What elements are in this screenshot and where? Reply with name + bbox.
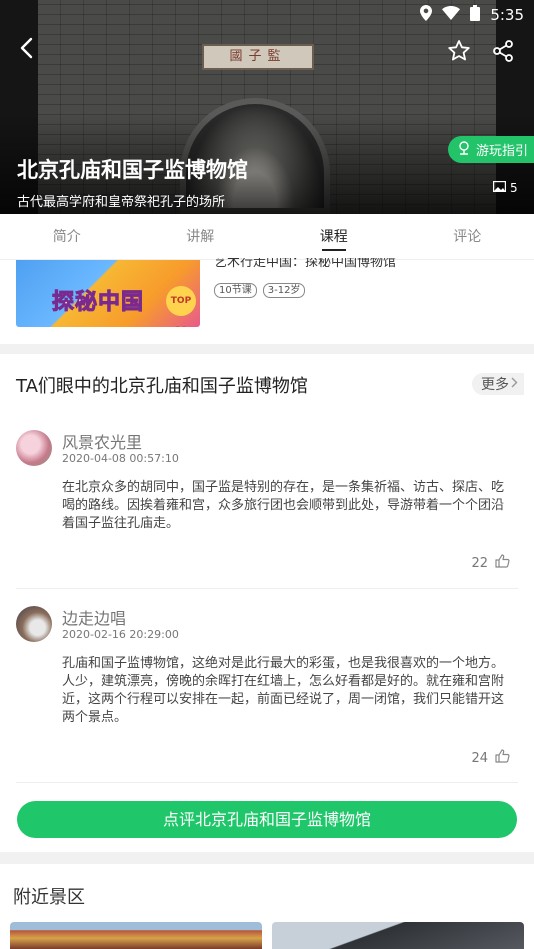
write-review-button[interactable]: 点评北京孔庙和国子监博物馆 [17,801,517,838]
like-count: 22 [471,555,488,571]
course-card[interactable]: 探秘中国 TOP 10 艺术行走中国：探秘中国博物馆 10节课 3-12岁 [0,258,534,344]
review-text: 在北京众多的胡同中，国子监是特别的存在，是一条集祈福、访古、探店、吃喝的路线。因… [62,480,505,531]
like-button[interactable]: 22 [471,554,510,572]
course-title: 艺术行走中国：探秘中国博物馆 [214,258,397,270]
share-button[interactable] [486,36,520,70]
status-bar: 5:35 [420,0,534,30]
hero-sign: 國子監 [202,44,314,70]
review-author[interactable]: 边走边唱 [62,605,126,629]
back-arrow-icon [19,37,33,63]
page-subtitle: 古代最高学府和皇帝祭祀孔子的场所 [17,195,226,210]
tab-audio-guide[interactable]: 讲解 [134,214,268,259]
favorite-button[interactable] [442,36,476,70]
thumbs-up-icon [495,554,510,572]
reviews-title: TA们眼中的北京孔庙和国子监博物馆 [16,376,308,397]
share-icon [491,39,515,67]
review-date: 2020-04-08 00:57:10 [62,452,179,465]
review-item[interactable]: 风景农光里 2020-04-08 00:57:10 在北京众多的胡同中，国子监是… [16,430,518,580]
review-text: 孔庙和国子监博物馆，这绝对是此行最大的彩蛋，也是我很喜欢的一个地方。人少，建筑漂… [62,656,505,725]
star-icon [447,39,471,67]
wifi-icon [442,6,461,24]
back-button[interactable] [10,34,42,66]
course-tag: 10节课 [214,283,257,298]
guide-button[interactable]: 游玩指引 [448,136,534,163]
hero-banner[interactable]: 國子監 5:35 游玩指引 5 北京孔庙和国子监博物馆 古代最高学府和皇帝祭祀孔… [0,0,534,214]
more-label: 更多 [481,377,509,393]
course-thumbnail-text: 探秘中国 [51,290,145,316]
nearby-card[interactable] [10,922,262,949]
nearby-title: 附近景区 [13,887,85,908]
thumbs-up-icon [495,749,510,767]
divider [16,588,518,589]
page-title: 北京孔庙和国子监博物馆 [17,158,248,182]
tab-bar: 简介 讲解 课程 评论 [0,214,534,260]
location-icon [420,5,433,25]
course-tags: 10节课 3-12岁 [214,283,306,298]
nearby-section: 附近景区 [0,864,534,949]
avatar[interactable] [16,606,52,642]
photo-count[interactable]: 5 [493,181,518,195]
reviews-section: TA们眼中的北京孔庙和国子监博物馆 更多 风景农光里 2020-04-08 00… [0,354,534,852]
image-icon [493,181,507,195]
tab-courses[interactable]: 课程 [267,214,401,259]
review-item[interactable]: 边走边唱 2020-02-16 20:29:00 孔庙和国子监博物馆，这绝对是此… [16,606,518,776]
avatar[interactable] [16,430,52,466]
guide-icon [457,140,471,159]
divider [16,782,518,783]
course-tag: 3-12岁 [262,283,306,298]
review-author[interactable]: 风景农光里 [62,429,142,453]
tab-intro[interactable]: 简介 [0,214,134,259]
status-time: 5:35 [490,6,524,24]
course-thumbnail: 探秘中国 TOP 10 [16,260,200,327]
guide-label: 游玩指引 [476,144,529,159]
attraction-detail-page: 國子監 5:35 游玩指引 5 北京孔庙和国子监博物馆 古代最高学府和皇帝祭祀孔… [0,0,534,949]
review-date: 2020-02-16 20:29:00 [62,628,179,641]
battery-icon [470,5,481,25]
chevron-right-icon [511,376,518,392]
like-button[interactable]: 24 [471,749,510,767]
more-button[interactable]: 更多 [472,373,524,395]
course-thumbnail-badge: TOP 10 [166,286,196,327]
nearby-card[interactable] [272,922,524,949]
photo-count-value: 5 [510,181,518,195]
tab-comments[interactable]: 评论 [401,214,534,259]
like-count: 24 [471,750,488,766]
